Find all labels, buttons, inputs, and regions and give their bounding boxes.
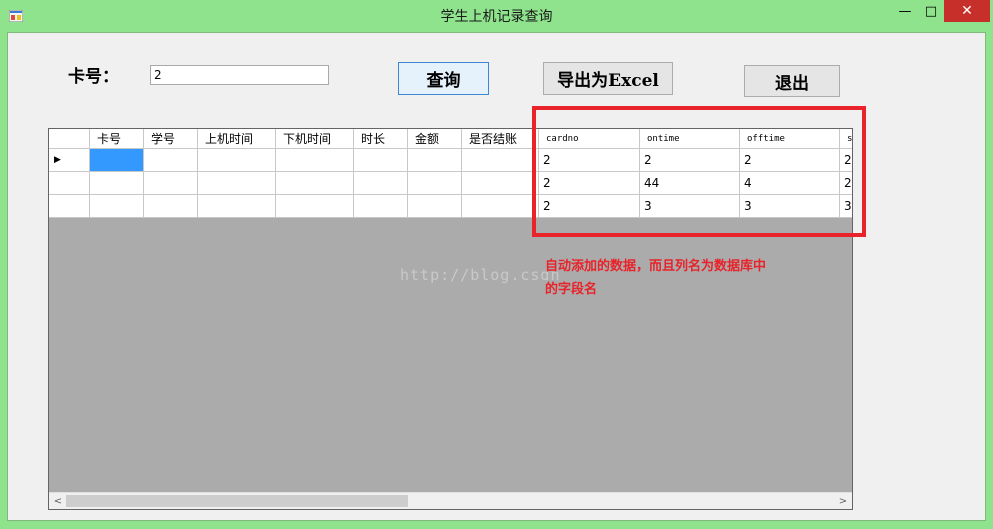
- watermark-text: http://blog.csdn: [400, 266, 561, 284]
- annotation-line-2: 的字段名: [545, 282, 598, 297]
- close-button[interactable]: ✕: [944, 0, 990, 22]
- table-cell[interactable]: [354, 149, 408, 172]
- table-cell[interactable]: [354, 195, 408, 218]
- table-cell[interactable]: [408, 172, 462, 195]
- table-cell[interactable]: [462, 172, 539, 195]
- scroll-left-icon[interactable]: <: [51, 493, 65, 509]
- table-cell[interactable]: [90, 195, 144, 218]
- exit-button[interactable]: 退出: [744, 65, 840, 97]
- table-cell[interactable]: [276, 149, 354, 172]
- table-cell[interactable]: [276, 195, 354, 218]
- window-title: 学生上机记录查询: [440, 9, 553, 25]
- scroll-right-icon[interactable]: >: [836, 493, 850, 509]
- table-cell[interactable]: [90, 172, 144, 195]
- column-header-duration[interactable]: 时长: [354, 129, 408, 149]
- table-cell[interactable]: [198, 172, 276, 195]
- grid-corner-cell[interactable]: [49, 129, 90, 149]
- main-window: 学生上机记录查询 — □ ✕ 卡号： 查询 导出为Excel 退出 卡号 学号 …: [0, 0, 993, 529]
- query-button[interactable]: 查询: [398, 62, 489, 95]
- column-header-card-no[interactable]: 卡号: [90, 129, 144, 149]
- card-number-label: 卡号：: [68, 67, 119, 87]
- column-header-settled[interactable]: 是否结账: [462, 129, 539, 149]
- row-header-current[interactable]: ▶: [49, 149, 90, 172]
- horizontal-scrollbar[interactable]: < >: [49, 492, 852, 509]
- table-cell[interactable]: [144, 195, 198, 218]
- maximize-button[interactable]: □: [918, 0, 944, 22]
- column-header-student-no[interactable]: 学号: [144, 129, 198, 149]
- annotation-line-1: 自动添加的数据，而且列名为数据库中: [545, 259, 767, 274]
- table-cell[interactable]: [198, 195, 276, 218]
- table-cell[interactable]: [462, 195, 539, 218]
- table-cell[interactable]: [198, 149, 276, 172]
- table-cell[interactable]: [462, 149, 539, 172]
- annotation-text: 自动添加的数据，而且列名为数据库中 的字段名: [545, 255, 815, 301]
- column-header-logout-time[interactable]: 下机时间: [276, 129, 354, 149]
- card-number-input[interactable]: [150, 65, 329, 85]
- column-header-login-time[interactable]: 上机时间: [198, 129, 276, 149]
- table-cell[interactable]: [144, 149, 198, 172]
- column-header-amount[interactable]: 金额: [408, 129, 462, 149]
- row-header[interactable]: [49, 195, 90, 218]
- table-cell[interactable]: [408, 149, 462, 172]
- export-excel-button[interactable]: 导出为Excel: [543, 62, 673, 95]
- table-cell[interactable]: [354, 172, 408, 195]
- table-cell[interactable]: [276, 172, 354, 195]
- row-header[interactable]: [49, 172, 90, 195]
- scrollbar-thumb[interactable]: [66, 495, 408, 507]
- title-bar[interactable]: 学生上机记录查询 — □ ✕: [0, 0, 993, 32]
- table-cell[interactable]: [90, 149, 144, 172]
- minimize-button[interactable]: —: [892, 0, 918, 22]
- table-cell[interactable]: [144, 172, 198, 195]
- table-cell[interactable]: [408, 195, 462, 218]
- annotation-highlight-box: [532, 106, 866, 237]
